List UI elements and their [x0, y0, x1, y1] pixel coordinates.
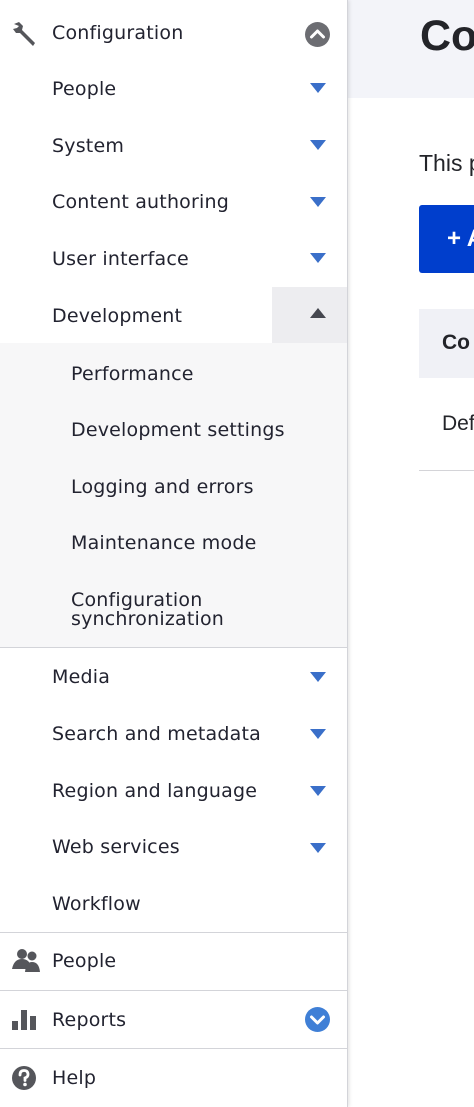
menu-item-label: Web services — [52, 836, 180, 858]
toolbar-item-help[interactable]: Help — [0, 1049, 347, 1107]
submenu-item-maintenance-mode[interactable]: Maintenance mode — [0, 514, 347, 571]
toolbar-item-configuration[interactable]: Configuration — [0, 3, 347, 61]
reports-label: Reports — [52, 1009, 127, 1031]
add-button-label: + A — [447, 225, 474, 252]
menu-item-media[interactable]: Media — [0, 648, 347, 705]
submenu-item-logging-and-errors[interactable]: Logging and errors — [0, 457, 347, 514]
page-header: Co — [348, 0, 474, 98]
menu-item-label: Media — [52, 666, 111, 688]
menu-item-workflow[interactable]: Workflow — [0, 876, 347, 932]
menu-item-system[interactable]: System — [0, 117, 347, 173]
people-icon — [11, 947, 41, 975]
configuration-label: Configuration — [52, 22, 184, 44]
expand-arrow-icon[interactable] — [310, 83, 326, 93]
table-header-cell: Co — [442, 331, 470, 354]
help-label: Help — [52, 1067, 97, 1089]
expand-arrow-icon[interactable] — [310, 729, 326, 739]
menu-item-label: Search and metadata — [52, 723, 261, 745]
toolbar-item-reports[interactable]: Reports — [0, 991, 347, 1049]
question-circle-icon — [11, 1065, 41, 1093]
expand-arrow-icon[interactable] — [310, 197, 326, 207]
expand-arrow-icon[interactable] — [310, 672, 326, 682]
submenu-item-label: Performance — [71, 363, 194, 385]
admin-toolbar-tray: Configuration People System Content auth… — [0, 0, 348, 1107]
menu-item-search-and-metadata[interactable]: Search and metadata — [0, 705, 347, 762]
main-content: Co This p + A Co Def — [348, 0, 474, 1107]
toolbar-item-people[interactable]: People — [0, 933, 347, 991]
submenu-item-label: Development settings — [71, 419, 285, 441]
menu-item-label: Development — [52, 305, 183, 327]
collapse-arrow-icon[interactable] — [310, 308, 326, 318]
submenu-item-performance[interactable]: Performance — [0, 343, 347, 400]
submenu-item-development-settings[interactable]: Development settings — [0, 400, 347, 457]
expand-arrow-icon[interactable] — [310, 253, 326, 263]
page-title: Co — [420, 12, 474, 60]
table-cell: Def — [442, 412, 474, 435]
chevron-down-circle-icon[interactable] — [305, 1007, 330, 1032]
menu-item-development[interactable]: Development — [0, 287, 347, 343]
menu-item-label: Content authoring — [52, 191, 229, 213]
menu-item-web-services[interactable]: Web services — [0, 819, 347, 876]
submenu-item-configuration-synchronization[interactable]: Configuration synchronization — [0, 571, 347, 647]
menu-item-region-and-language[interactable]: Region and language — [0, 762, 347, 819]
submenu-item-label: Logging and errors — [71, 476, 254, 498]
people-label: People — [52, 950, 117, 972]
menu-item-label: System — [52, 135, 125, 157]
menu-item-label: Workflow — [52, 893, 141, 915]
expand-arrow-icon[interactable] — [310, 786, 326, 796]
bar-chart-icon — [11, 1005, 41, 1033]
add-button[interactable]: + A — [419, 205, 474, 273]
intro-text: This p — [419, 150, 474, 176]
expand-arrow-icon[interactable] — [310, 843, 326, 853]
submenu-item-label: Maintenance mode — [71, 532, 257, 554]
table-header: Co — [419, 309, 474, 378]
wrench-icon — [11, 20, 41, 48]
menu-item-label: Region and language — [52, 780, 258, 802]
chevron-up-circle-icon[interactable] — [305, 22, 330, 47]
menu-item-label: User interface — [52, 248, 189, 270]
menu-item-label: People — [52, 78, 117, 100]
table-row-divider — [419, 470, 474, 471]
submenu-item-label-line2: synchronization — [71, 608, 225, 630]
development-submenu: Performance Development settings Logging… — [0, 343, 347, 647]
menu-item-user-interface[interactable]: User interface — [0, 230, 347, 286]
menu-item-content-authoring[interactable]: Content authoring — [0, 174, 347, 230]
menu-item-people[interactable]: People — [0, 60, 347, 116]
expand-arrow-icon[interactable] — [310, 140, 326, 150]
